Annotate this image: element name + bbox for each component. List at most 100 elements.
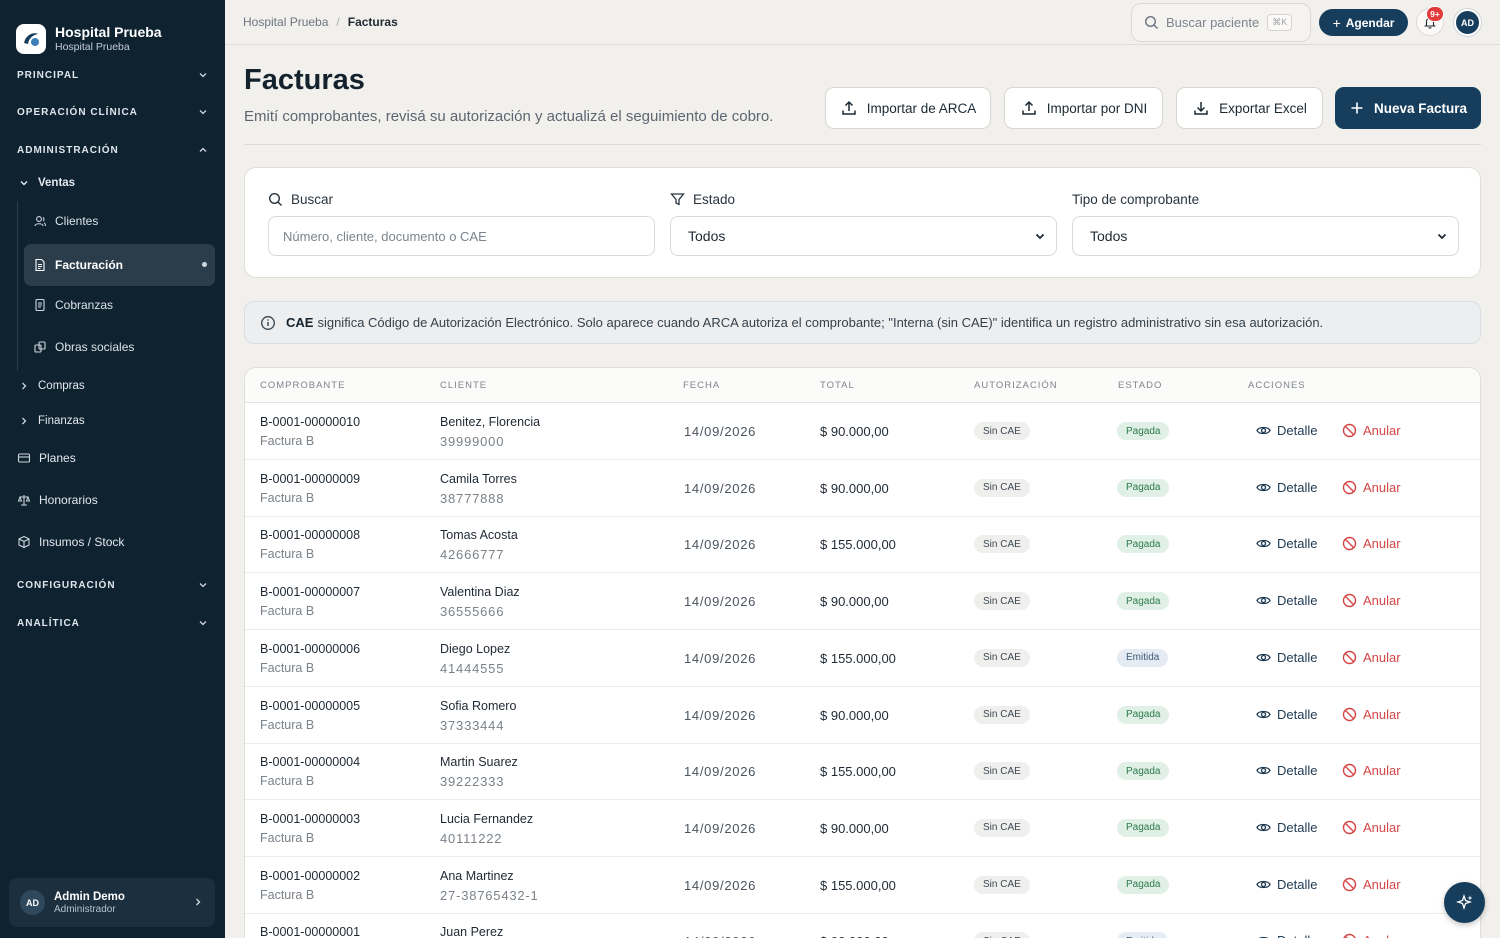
table-row[interactable]: B-0001-00000010 Factura B Benitez, Florenc…: [245, 403, 1480, 460]
search-placeholder: Buscar paciente: [1166, 15, 1260, 30]
section-configuracion[interactable]: CONFIGURACIÓN: [17, 575, 209, 595]
file-icon: [33, 258, 47, 272]
export-excel-label: Exportar Excel: [1219, 100, 1307, 116]
search-input[interactable]: Número, cliente, documento o CAE: [268, 216, 655, 256]
detail-label: Detalle: [1277, 819, 1318, 835]
sidebar-item-clientes[interactable]: Clientes: [24, 200, 215, 242]
detail-button[interactable]: Detalle: [1256, 536, 1317, 551]
detail-button[interactable]: Detalle: [1256, 820, 1317, 835]
eye-icon: [1256, 710, 1271, 718]
invoice-type: Factura B: [260, 660, 315, 675]
detail-label: Detalle: [1277, 649, 1318, 665]
invoice-number: B-0001-00000008: [260, 528, 361, 543]
patient-search-input[interactable]: Buscar paciente ⌘K: [1131, 3, 1311, 42]
page-title: Facturas: [244, 64, 365, 96]
import-dni-label: Importar por DNI: [1046, 100, 1148, 116]
table-row[interactable]: B-0001-00000008 Factura B Tomas Acosta 4266…: [245, 516, 1480, 574]
sidebar-item-facturacion[interactable]: Facturación: [24, 244, 215, 286]
table-row[interactable]: B-0001-00000006 Factura B Diego Lopez 41444…: [245, 630, 1480, 687]
cancel-label: Anular: [1363, 423, 1401, 438]
section-administracion[interactable]: ADMINISTRACIÓN: [17, 140, 209, 160]
client-document: 36555666: [440, 604, 505, 620]
filter-icon: [670, 193, 685, 206]
import-dni-button[interactable]: Importar por DNI: [1004, 87, 1163, 129]
submenu-line: [17, 201, 18, 371]
nav-ventas[interactable]: Ventas: [18, 177, 75, 189]
agendar-button[interactable]: + Agendar: [1319, 9, 1408, 36]
detail-button[interactable]: Detalle: [1256, 423, 1317, 438]
cancel-button[interactable]: Anular: [1342, 877, 1401, 892]
detail-button[interactable]: Detalle: [1256, 480, 1317, 495]
client-name: Ana Martinez: [440, 868, 514, 883]
nav-finanzas[interactable]: Finanzas: [18, 415, 85, 427]
invoice-number: B-0001-00000007: [260, 585, 361, 600]
ban-icon: [1342, 763, 1357, 778]
detail-button[interactable]: Detalle: [1256, 877, 1317, 892]
cancel-button[interactable]: Anular: [1342, 536, 1401, 551]
export-excel-button[interactable]: Exportar Excel: [1176, 87, 1323, 129]
authorization-badge: Sin CAE: [974, 932, 1030, 938]
cancel-label: Anular: [1363, 593, 1401, 609]
table-row[interactable]: B-0001-00000009 Factura B Camila Torres 387…: [245, 460, 1480, 517]
scale-icon: [17, 495, 31, 506]
invoice-type: Factura B: [260, 547, 315, 562]
nav-honorarios[interactable]: Honorarios: [17, 493, 98, 507]
estado-select[interactable]: Todos: [670, 216, 1057, 256]
brand[interactable]: Hospital Prueba Hospital Prueba: [0, 0, 225, 62]
detail-button[interactable]: Detalle: [1256, 650, 1317, 665]
ai-assistant-button[interactable]: [1444, 882, 1485, 923]
nav-finanzas-label: Finanzas: [38, 415, 85, 427]
search-input-placeholder: Número, cliente, documento o CAE: [283, 228, 487, 244]
import-arca-button[interactable]: Importar de ARCA: [825, 87, 991, 129]
cancel-label: Anular: [1363, 706, 1401, 722]
section-operacion-clinica[interactable]: OPERACIÓN CLÍNICA: [17, 102, 209, 122]
detail-button[interactable]: Detalle: [1256, 707, 1317, 722]
client-name: Lucia Fernandez: [440, 811, 534, 826]
cancel-button[interactable]: Anular: [1342, 820, 1401, 835]
nav-planes[interactable]: Planes: [17, 451, 76, 465]
section-principal[interactable]: PRINCIPAL: [17, 65, 209, 85]
table-row[interactable]: B-0001-00000007 Factura B Valentina Diaz 36…: [245, 573, 1480, 631]
cancel-button[interactable]: Anular: [1342, 933, 1401, 938]
invoice-date: 14/09/2026: [684, 764, 757, 780]
detail-label: Detalle: [1277, 479, 1318, 495]
card-icon: [17, 453, 31, 463]
cancel-button[interactable]: Anular: [1342, 423, 1401, 438]
status-badge: Pagada: [1117, 818, 1170, 837]
status-badge: Emitida: [1117, 932, 1169, 938]
client-document: 38777888: [440, 490, 505, 506]
sidebar-item-cobranzas[interactable]: Cobranzas: [24, 284, 215, 326]
nav-insumos[interactable]: Insumos / Stock: [17, 535, 124, 549]
sidebar: Hospital Prueba Hospital Prueba PRINCIPA…: [0, 0, 225, 938]
tipo-select[interactable]: Todos: [1072, 216, 1459, 256]
cancel-button[interactable]: Anular: [1342, 593, 1401, 608]
user-menu[interactable]: AD Admin Demo Administrador: [9, 878, 215, 927]
detail-button[interactable]: Detalle: [1256, 763, 1317, 778]
table-row[interactable]: B-0001-00000003 Factura B Lucia Fernandez 4…: [245, 800, 1480, 857]
users-icon: [33, 214, 47, 228]
plus-icon: +: [1332, 14, 1341, 31]
new-invoice-button[interactable]: Nueva Factura: [1335, 87, 1481, 129]
breadcrumb-hospital[interactable]: Hospital Prueba: [243, 15, 328, 29]
avatar[interactable]: AD: [1454, 9, 1481, 36]
chevron-up-icon: [199, 147, 207, 152]
nav-compras[interactable]: Compras: [18, 380, 85, 392]
search-filter-label: Buscar: [268, 192, 333, 207]
section-analitica[interactable]: ANALÍTICA: [17, 613, 209, 633]
filters-panel: Buscar Número, cliente, documento o CAE …: [244, 167, 1481, 278]
eye-icon: [1256, 823, 1271, 832]
cancel-button[interactable]: Anular: [1342, 707, 1401, 722]
table-row[interactable]: B-0001-00000002 Factura B Ana Martinez 27-3…: [245, 857, 1480, 914]
cancel-button[interactable]: Anular: [1342, 650, 1401, 665]
table-row[interactable]: B-0001-00000001Factura BJuan Perez14/09/…: [245, 913, 1480, 938]
table-row[interactable]: B-0001-00000004 Factura B Martin Suarez 392…: [245, 743, 1480, 801]
estado-label-text: Estado: [693, 192, 736, 207]
cancel-button[interactable]: Anular: [1342, 763, 1401, 778]
column-header-acciones: ACCIONES: [1248, 380, 1306, 391]
cancel-button[interactable]: Anular: [1342, 480, 1401, 495]
detail-button[interactable]: Detalle: [1256, 593, 1317, 608]
eye-icon: [1256, 483, 1271, 491]
detail-button[interactable]: Detalle: [1256, 933, 1317, 938]
table-row[interactable]: B-0001-00000005 Factura B Sofia Romero 3733…: [245, 687, 1480, 744]
sidebar-item-obras-sociales[interactable]: Obras sociales: [24, 326, 215, 368]
